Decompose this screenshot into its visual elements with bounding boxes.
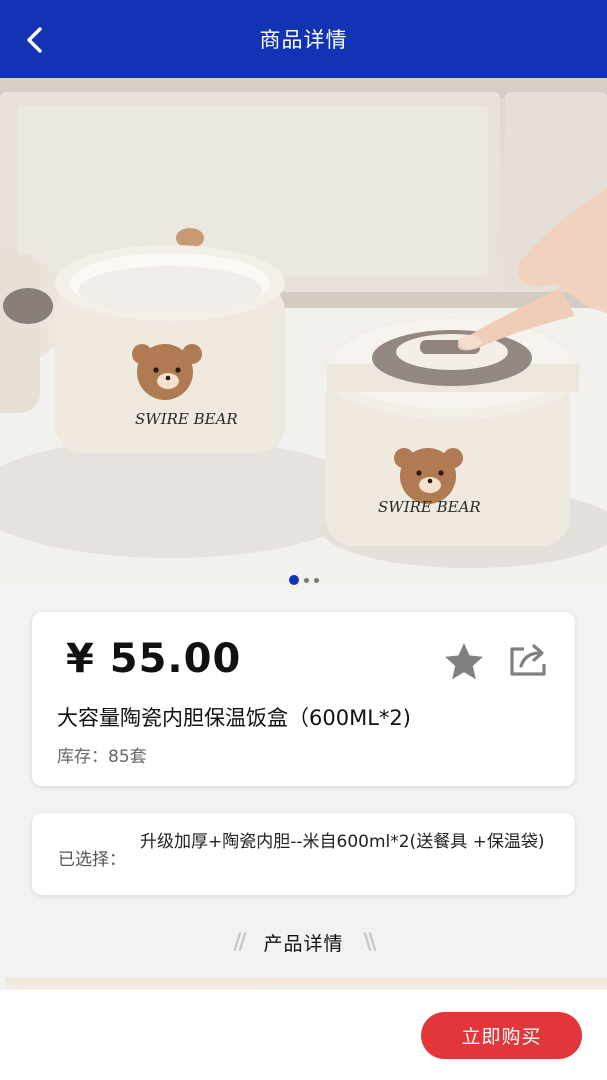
bottom-action-bar: 立即购买	[0, 990, 607, 1080]
selected-spec-value: 升级加厚+陶瓷内胆--米自600ml*2(送餐具 +保温袋)	[140, 832, 545, 852]
product-image-carousel[interactable]: SWIRE BEAR SWIRE BEAR	[0, 78, 607, 588]
buy-now-button[interactable]: 立即购买	[421, 1012, 582, 1059]
carousel-dot[interactable]	[313, 577, 319, 583]
decorative-slash-left: //	[233, 929, 246, 955]
top-navigation-bar: 商品详情	[0, 0, 607, 78]
chevron-left-icon[interactable]	[18, 24, 50, 56]
product-photo: SWIRE BEAR SWIRE BEAR	[0, 78, 607, 588]
page-title: 商品详情	[259, 28, 348, 52]
section-title: 产品详情	[263, 932, 344, 955]
selected-spec-card[interactable]: 已选择： 升级加厚+陶瓷内胆--米自600ml*2(送餐具 +保温袋)	[32, 813, 575, 895]
bear-logo-text: SWIRE BEAR	[135, 410, 238, 428]
carousel-pagination	[0, 574, 607, 586]
carousel-dot-active[interactable]	[288, 575, 299, 585]
star-icon[interactable]	[442, 640, 486, 682]
selected-label: 已选择：	[58, 850, 126, 870]
carousel-dot[interactable]	[303, 577, 309, 583]
product-info-card: ¥ 55.00 大容量陶瓷内胆保温饭盒（600ML*2) 库存：85套	[32, 612, 575, 786]
svg-text:SWIRE BEAR: SWIRE BEAR	[378, 498, 481, 516]
share-icon[interactable]	[506, 640, 550, 680]
stock-count: 库存：85套	[57, 747, 147, 767]
product-title: 大容量陶瓷内胆保温饭盒（600ML*2)	[57, 706, 411, 730]
product-details-heading: // 产品详情 \\	[0, 925, 607, 959]
product-price: ¥ 55.00	[66, 636, 242, 682]
decorative-slash-right: \\	[363, 929, 377, 955]
